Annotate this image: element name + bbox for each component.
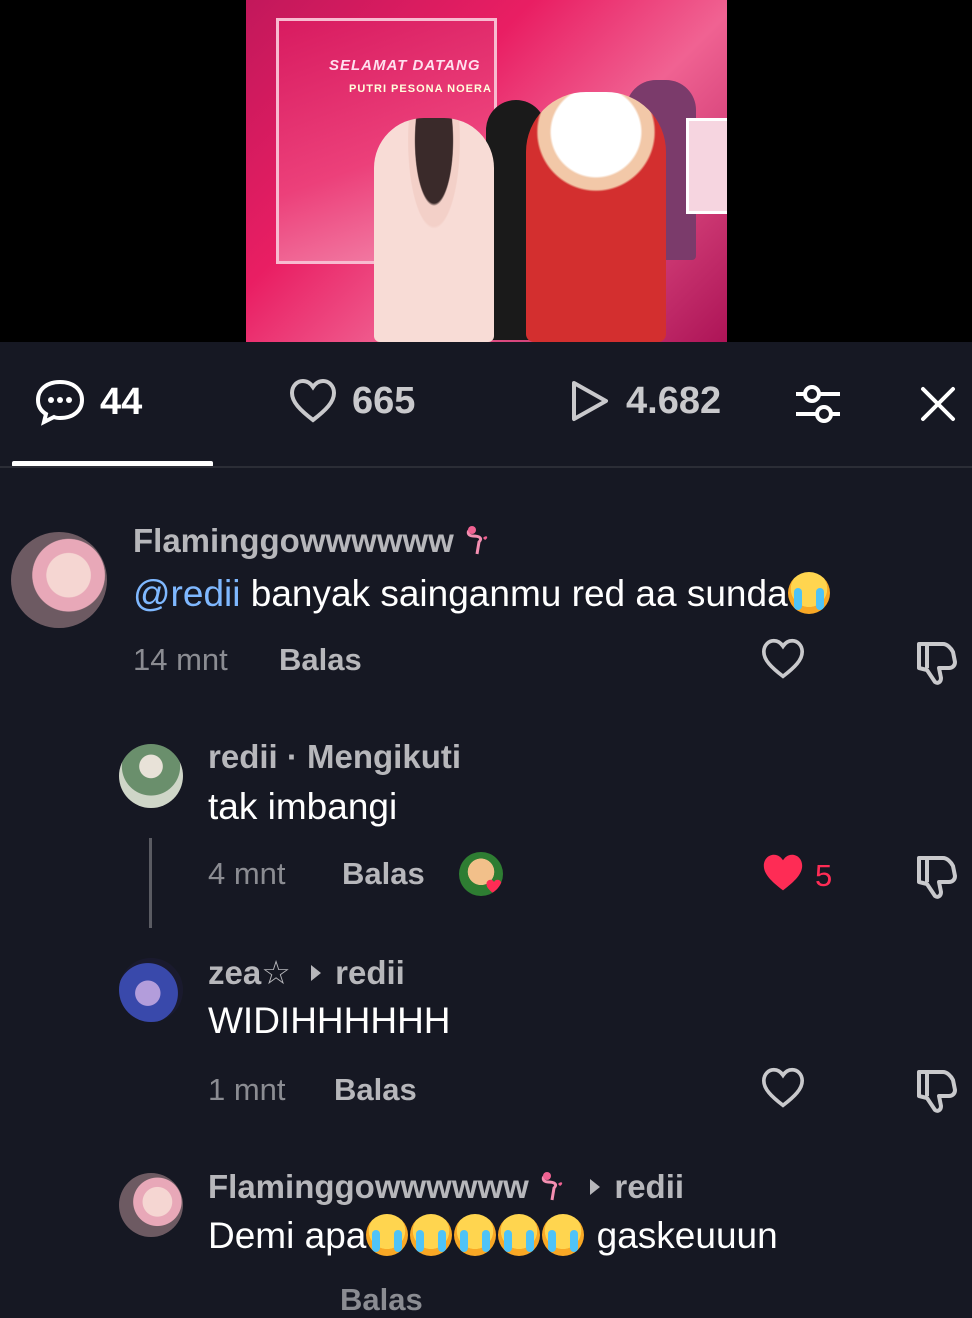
- crying-emoji-icon: [787, 572, 830, 614]
- reply-button[interactable]: Balas: [340, 1282, 423, 1318]
- tab-likes[interactable]: 665: [288, 378, 415, 424]
- flamingo-emoji-icon: [538, 1170, 566, 1201]
- reply-button[interactable]: Balas: [342, 856, 425, 892]
- reply-target[interactable]: redii: [335, 954, 405, 991]
- avatar[interactable]: [119, 958, 183, 1022]
- mention-link[interactable]: @redii: [133, 573, 240, 614]
- view-count: 4.682: [626, 379, 722, 422]
- dislike-button[interactable]: [913, 852, 959, 905]
- creator-liked-avatar: [459, 852, 503, 896]
- crying-emoji-icon: [498, 1214, 541, 1256]
- crying-emoji-icon: [454, 1214, 497, 1256]
- comment-time: 14 mnt: [133, 642, 228, 677]
- heart-outline-icon: [761, 1067, 805, 1108]
- comment-bubble-icon: [35, 379, 85, 426]
- reply-target[interactable]: redii: [614, 1168, 684, 1205]
- comment-like-count: 5: [815, 858, 833, 893]
- dislike-button[interactable]: [913, 1066, 959, 1119]
- dislike-button[interactable]: [913, 638, 959, 691]
- comment-username[interactable]: Flaminggowwwwww redii: [208, 1166, 684, 1206]
- thumbs-down-icon: [917, 1070, 957, 1113]
- comment-username[interactable]: zea☆ redii: [208, 952, 405, 992]
- heart-outline-icon: [761, 638, 805, 679]
- avatar[interactable]: [11, 532, 107, 628]
- filter-button[interactable]: [794, 382, 842, 431]
- tab-views[interactable]: 4.682: [566, 378, 721, 424]
- avatar[interactable]: [119, 744, 183, 808]
- comment-text: WIDIHHHHHH: [208, 1000, 451, 1041]
- tab-divider: [0, 466, 972, 468]
- like-count: 665: [352, 379, 416, 422]
- heart-filled-icon: [763, 854, 803, 891]
- comment-username[interactable]: redii · Mengikuti: [208, 738, 461, 776]
- comment-count: 44: [100, 380, 143, 423]
- like-button[interactable]: [760, 1067, 806, 1114]
- crying-emoji-icon: [542, 1214, 585, 1256]
- video-player[interactable]: SELAMAT DATANG PUTRI PESONA NOERA: [0, 0, 972, 342]
- comment-text: tak imbangi: [208, 786, 398, 827]
- crying-emoji-icon: [410, 1214, 453, 1256]
- caret-right-icon: [589, 1166, 601, 1204]
- comment-time: 4 mnt: [208, 856, 286, 891]
- comment-username[interactable]: Flaminggowwwwww: [133, 522, 491, 560]
- comment-text: @redii banyak sainganmu red aa sunda: [133, 572, 832, 615]
- crying-emoji-icon: [366, 1214, 409, 1256]
- like-button[interactable]: [760, 638, 806, 685]
- like-button[interactable]: [760, 852, 806, 899]
- comment-time: 1 mnt: [208, 1072, 286, 1107]
- reply-button[interactable]: Balas: [279, 642, 362, 678]
- play-icon: [572, 381, 608, 421]
- comment-text: Demi apa gaskeuuun: [208, 1214, 778, 1256]
- heart-outline-icon: [289, 378, 337, 423]
- video-thumbnail[interactable]: SELAMAT DATANG PUTRI PESONA NOERA: [246, 0, 727, 342]
- reply-button[interactable]: Balas: [334, 1072, 417, 1108]
- close-icon: [921, 387, 955, 421]
- thread-line: [149, 838, 152, 928]
- sliders-icon: [796, 385, 840, 423]
- close-button[interactable]: [918, 384, 958, 429]
- avatar[interactable]: [119, 1173, 183, 1237]
- caret-right-icon: [310, 952, 322, 990]
- tab-comments[interactable]: 44: [34, 378, 142, 426]
- thumbs-down-icon: [917, 856, 957, 899]
- thumbs-down-icon: [917, 642, 957, 685]
- heart-filled-icon: [485, 878, 503, 896]
- flamingo-emoji-icon: [463, 524, 491, 555]
